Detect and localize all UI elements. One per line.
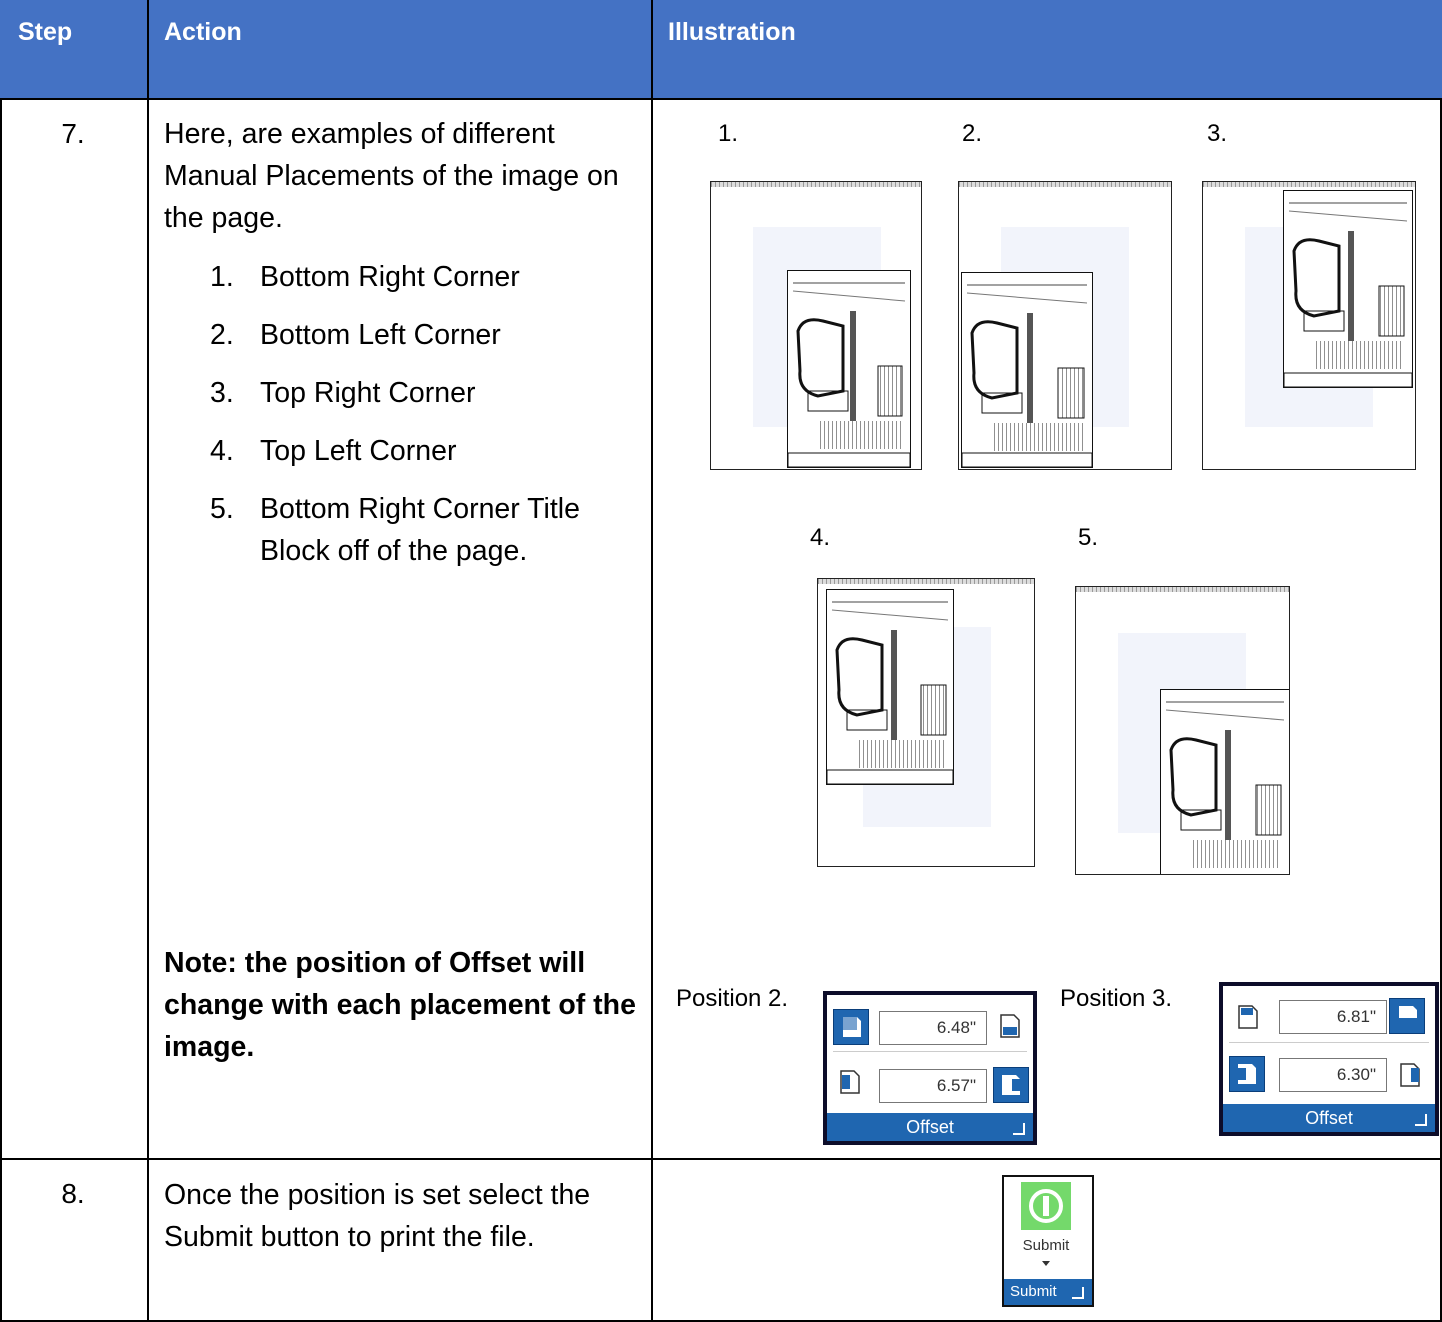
- table-border-right: [1440, 98, 1442, 1322]
- offset-panel-position-3: 6.81" 6.30" Offset: [1219, 982, 1439, 1136]
- divider: [1229, 1042, 1429, 1043]
- page-preview-1: [710, 181, 922, 470]
- left-align-icon[interactable]: [839, 1069, 861, 1095]
- list-number: 4.: [210, 435, 234, 467]
- right-offset-icon[interactable]: [993, 1067, 1029, 1103]
- illustration-label: 5.: [1078, 524, 1099, 551]
- table-border-left: [0, 98, 2, 1322]
- list-number: 2.: [210, 319, 234, 351]
- position-label: Position 2.: [676, 985, 789, 1012]
- list-item: 5. Bottom Right Corner Title Block off o…: [210, 488, 640, 572]
- list-item: 4. Top Left Corner: [210, 430, 640, 472]
- submit-group-title: Submit: [1010, 1283, 1057, 1300]
- list-number: 5.: [210, 493, 234, 525]
- list-text: Bottom Left Corner: [260, 319, 501, 351]
- illustration-label: 1.: [718, 120, 739, 147]
- right-align-icon[interactable]: [1399, 1062, 1421, 1088]
- offset-panel-position-2: 6.48" 6.57" Offset: [823, 991, 1037, 1145]
- ruler: [818, 579, 1034, 584]
- header-action: Action: [164, 18, 242, 46]
- site-plan-drawing: [961, 272, 1093, 468]
- offset-note: Note: the position of Offset will change…: [164, 947, 636, 1063]
- offset-title: Offset: [1305, 1108, 1353, 1128]
- header-illustration: Illustration: [668, 18, 796, 46]
- dialog-launcher-icon[interactable]: [1013, 1123, 1025, 1135]
- row7-intro: Here, are examples of different Manual P…: [164, 118, 619, 234]
- site-plan-drawing: [787, 270, 911, 468]
- bottom-align-icon[interactable]: [999, 1013, 1021, 1039]
- power-icon[interactable]: [1021, 1182, 1071, 1230]
- list-text: Bottom Right Corner: [260, 261, 520, 293]
- page-preview-3: [1202, 181, 1416, 470]
- offset-title: Offset: [906, 1117, 954, 1137]
- list-text: Top Left Corner: [260, 435, 457, 467]
- top-align-icon[interactable]: [1237, 1004, 1259, 1030]
- side-offset-field[interactable]: 6.30": [1279, 1058, 1387, 1092]
- position-label: Position 3.: [1060, 985, 1173, 1012]
- page-preview-2: [958, 181, 1172, 470]
- top-offset-field[interactable]: 6.48": [879, 1011, 987, 1045]
- list-text: Top Right Corner: [260, 377, 476, 409]
- bottom-offset-icon[interactable]: [1389, 998, 1425, 1034]
- step-number: 8.: [61, 1178, 85, 1209]
- table-border-bottom: [0, 1320, 1442, 1322]
- page-preview-5: [1075, 586, 1290, 875]
- list-text: Bottom Right Corner Title Block off of t…: [260, 493, 580, 567]
- illustration-label: 4.: [810, 524, 831, 551]
- submit-group-label: Submit: [1004, 1279, 1092, 1305]
- dialog-launcher-icon[interactable]: [1072, 1287, 1084, 1299]
- site-plan-drawing: [1160, 689, 1289, 874]
- submit-ribbon-group: Submit Submit: [1002, 1175, 1094, 1307]
- ruler: [1076, 587, 1289, 592]
- left-offset-icon[interactable]: [1229, 1056, 1265, 1092]
- table-divider-2: [651, 0, 653, 1322]
- list-number: 3.: [210, 377, 234, 409]
- top-offset-icon[interactable]: [833, 1009, 869, 1045]
- illustration-label: 3.: [1207, 120, 1228, 147]
- header-step: Step: [18, 18, 73, 46]
- site-plan-drawing: [1283, 190, 1413, 388]
- row-separator: [0, 1158, 1442, 1160]
- row8-text: Once the position is set select the Subm…: [164, 1179, 591, 1253]
- dialog-launcher-icon[interactable]: [1415, 1114, 1427, 1126]
- offset-group-label: Offset: [1223, 1104, 1435, 1132]
- table-divider-1: [147, 0, 149, 1322]
- ruler: [1203, 182, 1415, 187]
- ruler: [711, 182, 921, 187]
- ruler: [959, 182, 1171, 187]
- top-offset-field[interactable]: 6.81": [1279, 1000, 1387, 1034]
- list-number: 1.: [210, 261, 234, 293]
- table-header: Step Action Illustration: [0, 0, 1442, 98]
- page-preview-4: [817, 578, 1035, 867]
- header-rule: [0, 98, 1442, 100]
- site-plan-drawing: [826, 589, 954, 785]
- list-item: 3. Top Right Corner: [210, 372, 640, 414]
- step-number: 7.: [61, 118, 85, 149]
- list-item: 1. Bottom Right Corner: [210, 256, 640, 298]
- placement-list: 1. Bottom Right Corner 2. Bottom Left Co…: [210, 256, 640, 588]
- offset-group-label: Offset: [827, 1113, 1033, 1141]
- side-offset-field[interactable]: 6.57": [879, 1069, 987, 1103]
- chevron-down-icon[interactable]: [1042, 1261, 1050, 1266]
- illustration-label: 2.: [962, 120, 983, 147]
- divider: [833, 1051, 1027, 1052]
- list-item: 2. Bottom Left Corner: [210, 314, 640, 356]
- submit-button[interactable]: Submit: [1004, 1237, 1088, 1254]
